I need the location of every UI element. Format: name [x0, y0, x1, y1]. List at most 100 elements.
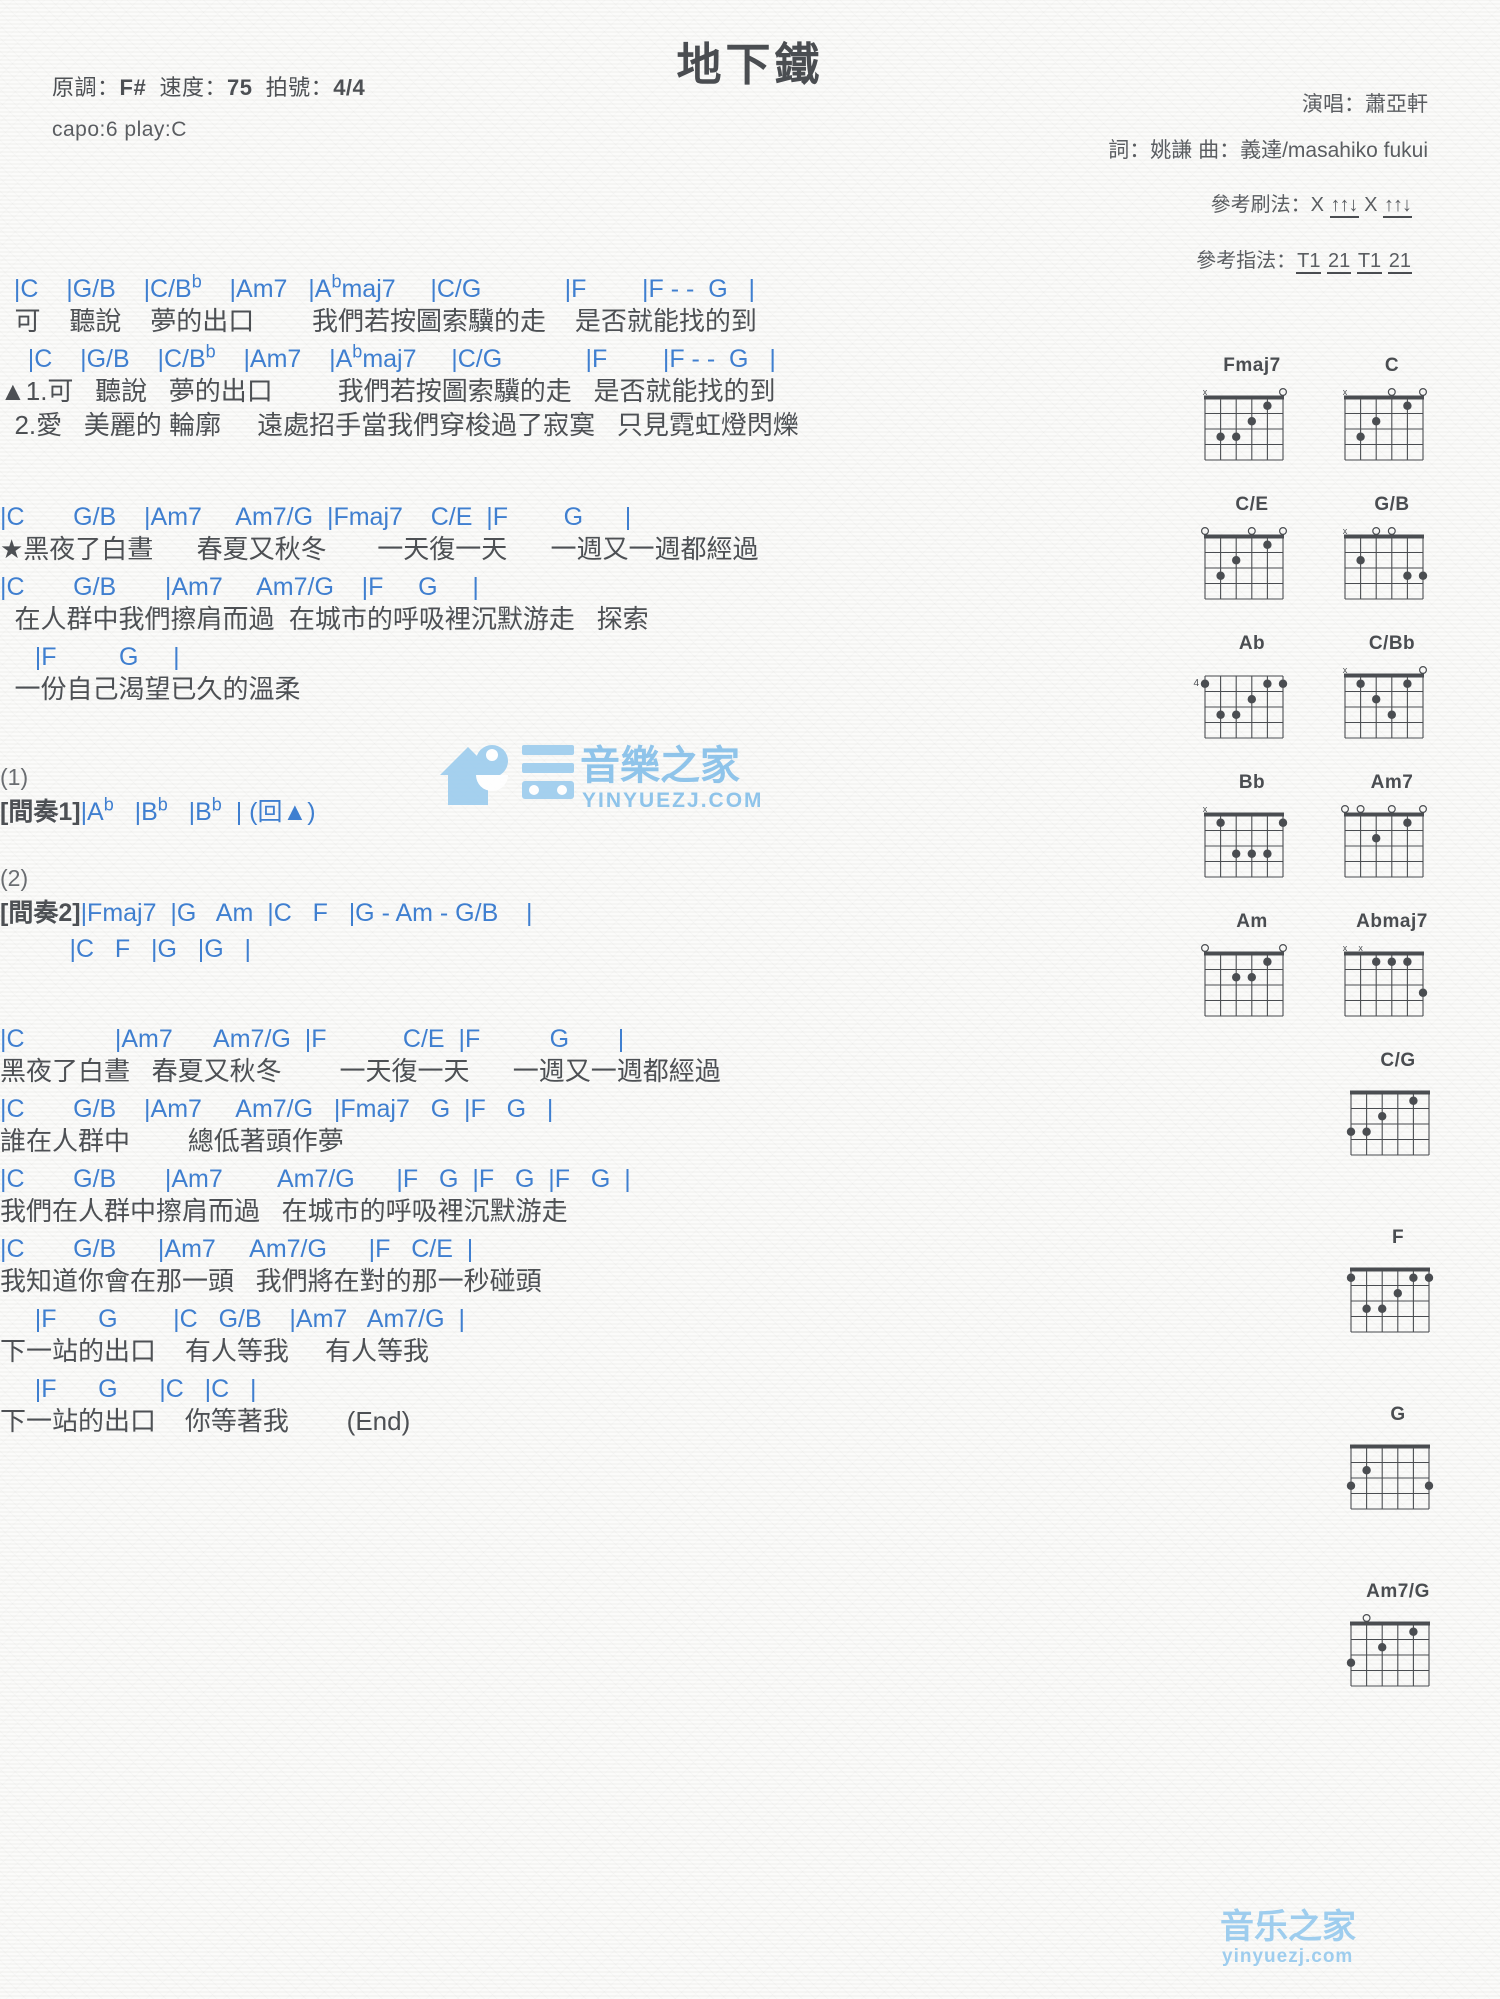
strum-token-2: ↑↑↓ — [1329, 194, 1359, 218]
chord-diagram-row: F — [1182, 1227, 1492, 1340]
chord-diagram: Fmaj7 x — [1192, 355, 1312, 468]
lyric-line: 我知道你會在那一頭 我們將在對的那一秒碰頭 — [0, 1266, 542, 1296]
lyric-line: 下一站的出口 有人等我 有人等我 — [0, 1336, 430, 1366]
lyric-line: ▲1.可 聽說 夢的出口 我們若按圖索驥的走 是否就能找的到 — [0, 376, 776, 406]
svg-text:4: 4 — [1193, 678, 1199, 689]
song-meta-right: 演唱：蕭亞軒 詞：姚謙 曲：義達/masahiko fukui — [1108, 88, 1428, 164]
chord-diagram: C/G — [1338, 1050, 1458, 1163]
page-title: 地下鐵 — [676, 39, 824, 90]
chord-line: |F G |C |C | — [0, 1375, 257, 1403]
chord-diagram-grid: x — [1343, 387, 1427, 461]
interlude-label: [間奏1] — [0, 798, 81, 826]
chord-diagram-name: Abmaj7 — [1356, 911, 1428, 932]
section-number: (2) — [0, 865, 29, 891]
chord-diagram-grid — [1346, 1090, 1430, 1156]
strum-token-1: X — [1310, 194, 1324, 216]
lyric-line: 誰在人群中 總低著頭作夢 — [0, 1126, 344, 1156]
chord-diagram-grid — [1341, 804, 1427, 878]
fingerstyle-token-2: 21 — [1327, 250, 1352, 274]
chord-diagram-grid — [1346, 1267, 1434, 1333]
chord-diagram: Ab 4 — [1192, 633, 1312, 746]
chord-diagram-name: Am7 — [1370, 772, 1414, 793]
chord-line: |C G/B |Am7 Am7/G |Fmaj7 G |F G | — [0, 1095, 554, 1123]
chord-diagram-row: C/E G/B x — [1182, 494, 1492, 607]
chord-diagram-grid: x — [1203, 804, 1288, 878]
chord-diagram-name: C — [1384, 355, 1400, 376]
chord-line: |C G/B |Am7 Am7/G |Fmaj7 C/E |F G | — [0, 503, 632, 531]
fingerstyle-pattern-row: 參考指法：T1 21 T1 21 — [1196, 244, 1412, 274]
chord-diagram-name: G — [1390, 1404, 1406, 1425]
lyric-line: ★黑夜了白晝 春夏又秋冬 一天復一天 一週又一週都經過 — [0, 534, 759, 564]
strum-pattern-row: 參考刷法：X ↑↑↓ X ↑↑↓ — [1211, 188, 1412, 218]
section-number: (1) — [0, 764, 29, 790]
chord-line: |F G |C G/B |Am7 Am7/G | — [0, 1305, 465, 1333]
watermark-corner-icon: 音乐之家 yinyuezj.com — [1220, 1908, 1356, 1967]
chord-diagram-name: F — [1391, 1227, 1405, 1248]
chord-diagram-row: Fmaj7 x Cx — [1182, 355, 1492, 468]
chord-diagram-panel: Fmaj7 x Cx C/E G/B x Ab 4 C/Bb x Bb x Am7 Am Abmaj7 x x C… — [1182, 355, 1492, 1758]
chord-diagram-row: Bb x Am7 — [1182, 772, 1492, 885]
chord-diagram-name: Fmaj7 — [1223, 355, 1281, 376]
singer-info: 演唱：蕭亞軒 — [1302, 93, 1428, 116]
chord-line: |C |Am7 Am7/G |F C/E |F G | — [0, 1025, 625, 1053]
chord-diagram-name: Am7/G — [1366, 1581, 1430, 1602]
chord-diagram-grid: xx — [1343, 943, 1428, 1017]
chord-diagram-name: Bb — [1238, 772, 1266, 793]
chord-diagram-grid: x — [1343, 665, 1427, 739]
interlude-label: [間奏2] — [0, 899, 81, 927]
chord-diagram: C/E — [1192, 494, 1312, 607]
fingerstyle-pattern-label: 參考指法： — [1196, 250, 1297, 272]
chord-diagram-name: Am — [1236, 911, 1268, 932]
chord-line: |C F |G |G | — [0, 935, 252, 963]
chord-sheet-page: 原調：F# 速度：75 拍號：4/4 capo:6 play:C 地下鐵 演唱：… — [0, 0, 1500, 1999]
chord-diagram: Abmaj7 x x — [1332, 911, 1452, 1024]
chord-line: |C G/B |Am7 Am7/G |F C/E | — [0, 1235, 474, 1263]
chord-diagram-name: C/E — [1235, 494, 1269, 515]
chord-diagram: Bb x — [1192, 772, 1312, 885]
watermark-corner-subtext: yinyuezj.com — [1222, 1946, 1353, 1967]
chord-diagram-grid — [1201, 943, 1287, 1017]
strum-token-3: X — [1364, 194, 1378, 216]
chord-diagram-grid — [1201, 526, 1287, 600]
chord-diagram: Cx — [1332, 355, 1452, 468]
chord-diagram-grid: 4 — [1193, 675, 1288, 739]
watermark-corner: 音乐之家 yinyuezj.com — [1216, 1902, 1466, 1977]
chord-diagram: F — [1338, 1227, 1458, 1340]
chord-diagram: Am — [1192, 911, 1312, 1024]
chord-diagram-name: C/G — [1380, 1050, 1416, 1071]
lyric-line: 可 聽說 夢的出口 我們若按圖索驥的走 是否就能找的到 — [0, 306, 757, 336]
chord-line: |C |G/B |C/Bb |Am7 |Abmaj7 |C/G |F |F - … — [0, 341, 776, 373]
capo-info: capo:6 play:C — [52, 118, 187, 141]
chord-line: |F G | — [0, 643, 180, 671]
chord-diagram: Am7 — [1332, 772, 1452, 885]
chord-diagram-row: Am7/G — [1182, 1581, 1492, 1694]
chord-diagram: Am7/G — [1338, 1581, 1458, 1694]
chord-diagram: G — [1338, 1404, 1458, 1517]
lyric-line: 在人群中我們擦肩而過 在城市的呼吸裡沉默游走 探索 — [0, 604, 649, 634]
lyric-line: 下一站的出口 你等著我 (End) — [0, 1406, 411, 1436]
strum-pattern-label: 參考刷法： — [1210, 194, 1311, 216]
chord-diagram-name: C/Bb — [1368, 633, 1416, 654]
chord-diagram: C/Bb x — [1332, 633, 1452, 746]
lyric-line: 2.愛 美麗的 輪廓 遠處招手當我們穿梭過了寂寞 只見霓虹燈閃爍 — [0, 410, 799, 440]
fingerstyle-token-3: T1 — [1356, 250, 1383, 274]
lyric-line: 我們在人群中擦肩而過 在城市的呼吸裡沉默游走 — [0, 1196, 568, 1226]
fingerstyle-token-4: 21 — [1387, 250, 1412, 274]
watermark-corner-text: 音乐之家 — [1220, 1908, 1356, 1946]
chord-diagram-row: G — [1182, 1404, 1492, 1517]
song-body: |C |G/B |C/Bb |Am7 |Abmaj7 |C/G |F |F - … — [0, 268, 960, 1438]
interlude-1-line: [間奏1]|Ab |Bb |Bb | (回▲) — [0, 794, 316, 826]
chord-diagram-row: C/G — [1182, 1050, 1492, 1163]
strum-token-4: ↑↑↓ — [1383, 194, 1412, 218]
chord-line: |C G/B |Am7 Am7/G |F G |F G |F G | — [0, 1165, 631, 1193]
chord-diagram-row: Am Abmaj7 x x — [1182, 911, 1492, 1024]
chord-diagram-grid: x — [1343, 526, 1428, 600]
interlude-2-line: [間奏2]|Fmaj7 |G Am |C F |G - Am - G/B | — [0, 899, 533, 927]
chord-diagram-row: Ab 4 C/Bb x — [1182, 633, 1492, 746]
lyric-line: 黑夜了白晝 春夏又秋冬 一天復一天 一週又一週都經過 — [0, 1056, 721, 1086]
chord-diagram: G/B x — [1332, 494, 1452, 607]
